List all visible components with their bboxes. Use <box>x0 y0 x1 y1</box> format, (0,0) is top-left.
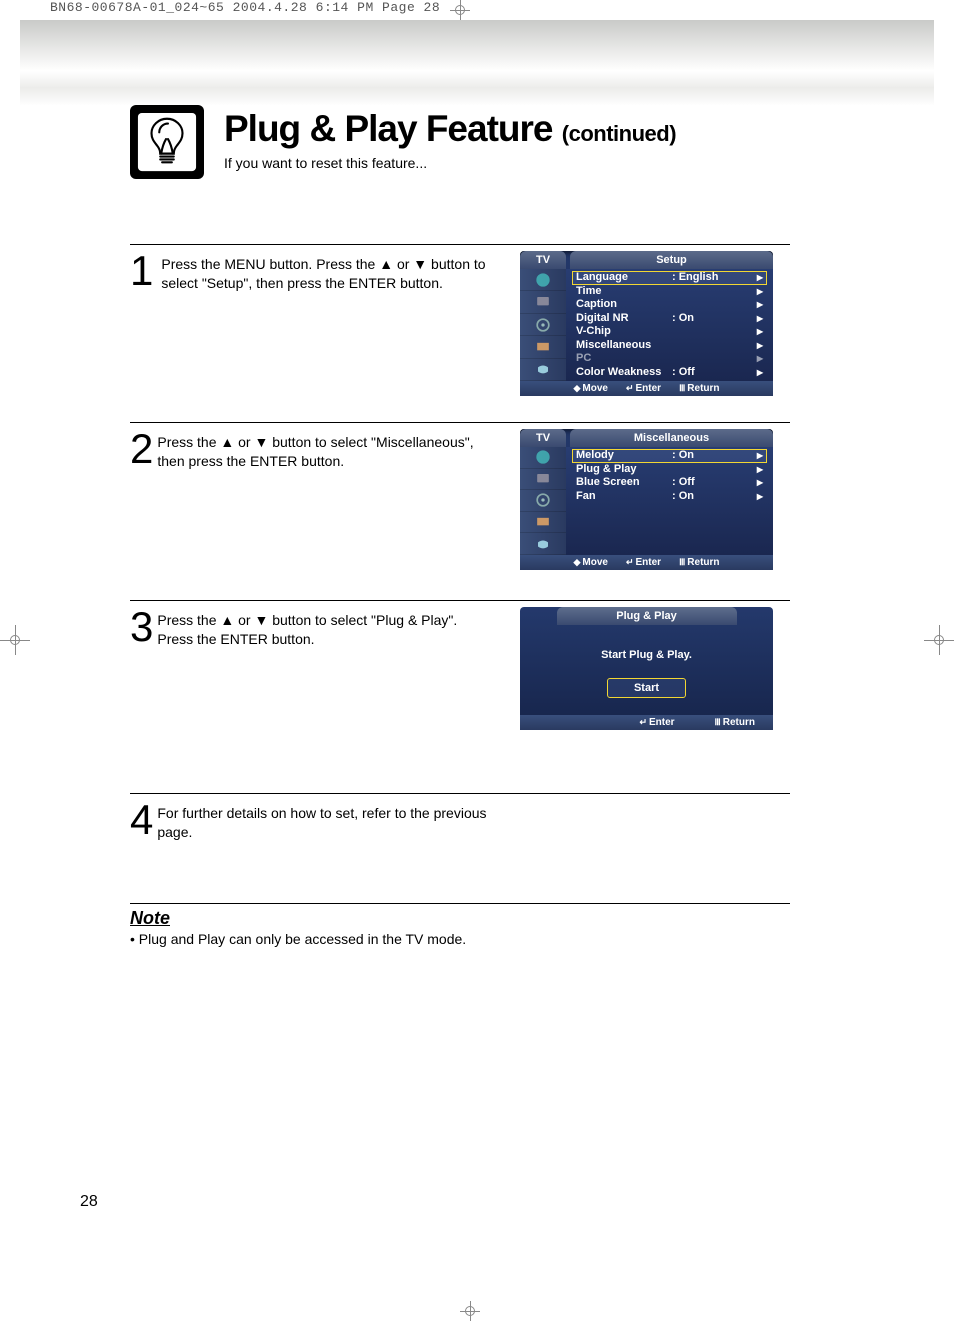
chevron-right-icon: ▶ <box>757 325 763 339</box>
note-bullet: • Plug and Play can only be accessed in … <box>130 931 790 947</box>
page-subtitle: If you want to reset this feature... <box>224 155 676 171</box>
chevron-right-icon: ▶ <box>757 339 763 353</box>
osd-footer-return: ⅢReturn <box>715 715 755 730</box>
chevron-right-icon: ▶ <box>757 366 763 380</box>
osd-tab-title: Setup <box>570 251 773 269</box>
step-text: Press the ▲ or ▼ button to select "Misce… <box>157 431 490 592</box>
osd-screenshot-misc: TV Miscellaneous Melody: On▶Plug & Play▶… <box>520 429 773 570</box>
chevron-right-icon: ▶ <box>757 449 763 463</box>
chevron-right-icon: ▶ <box>757 271 763 285</box>
osd-menu-value: : Off <box>672 366 722 380</box>
chevron-right-icon: ▶ <box>757 463 763 477</box>
osd-tab-tv: TV <box>520 429 566 447</box>
osd-menu-label: Miscellaneous <box>576 339 672 353</box>
osd-menu-item: Color Weakness: Off ▶ <box>572 366 767 380</box>
osd-footer-enter: ↵Enter <box>626 381 661 396</box>
step-number: 4 <box>130 802 153 845</box>
osd-menu-label: Language <box>576 271 672 285</box>
osd-menu-label: PC <box>576 352 672 366</box>
osd-footer-enter: ↵Enter <box>626 555 661 570</box>
osd-menu-label: Color Weakness <box>576 366 672 380</box>
crop-mark-right <box>924 625 954 655</box>
osd-menu-item: Blue Screen: Off ▶ <box>572 476 767 490</box>
osd-screenshot-dialog: Plug & Play Start Plug & Play. Start ↵En… <box>520 607 773 730</box>
crop-mark-header: BN68-00678A-01_024~65 2004.4.28 6:14 PM … <box>50 0 440 15</box>
osd-screenshot-setup: TV Setup Language: English ▶ Time ▶ Caption ▶… <box>520 251 773 396</box>
osd-footer: ↵Enter ⅢReturn <box>520 715 773 730</box>
note-heading: Note <box>130 908 790 929</box>
osd-dialog-title: Plug & Play <box>557 607 737 625</box>
chevron-right-icon: ▶ <box>757 352 763 366</box>
osd-footer-move: ◆Move <box>573 555 607 570</box>
osd-start-button: Start <box>608 679 685 697</box>
osd-tab-title: Miscellaneous <box>570 429 773 447</box>
title-main: Plug & Play Feature <box>224 108 553 149</box>
osd-footer: ◆Move ↵Enter ⅢReturn <box>520 381 773 396</box>
osd-menu-label: Blue Screen <box>576 476 672 490</box>
osd-menu-item: V-Chip ▶ <box>572 325 767 339</box>
osd-menu-item: Fan: On ▶ <box>572 490 767 504</box>
crop-mark-left <box>0 625 30 655</box>
osd-menu-label: Time <box>576 285 672 299</box>
chevron-right-icon: ▶ <box>757 490 763 504</box>
osd-menu-label: Melody <box>576 449 672 463</box>
osd-dialog-message: Start Plug & Play. <box>520 649 773 661</box>
osd-menu-item: Caption ▶ <box>572 298 767 312</box>
title-continued: (continued) <box>562 121 676 146</box>
osd-menu-item: Melody: On ▶ <box>572 449 767 463</box>
osd-footer-return: ⅢReturn <box>679 555 719 570</box>
chevron-right-icon: ▶ <box>757 298 763 312</box>
crop-mark-bottom <box>450 1301 490 1321</box>
step-text: Press the MENU button. Press the ▲ or ▼ … <box>161 253 490 414</box>
page-number: 28 <box>80 1193 98 1211</box>
crop-mark-top <box>440 0 480 20</box>
osd-menu-item: Plug & Play ▶ <box>572 463 767 477</box>
step-number: 1 <box>130 253 153 414</box>
osd-menu-label: Caption <box>576 298 672 312</box>
osd-menu-value: : On <box>672 312 722 326</box>
osd-menu-item: Language: English ▶ <box>572 271 767 285</box>
osd-menu-value: : On <box>672 490 722 504</box>
osd-menu-label: V-Chip <box>576 325 672 339</box>
osd-menu-item: PC ▶ <box>572 352 767 366</box>
header-gradient <box>20 20 934 105</box>
chevron-right-icon: ▶ <box>757 285 763 299</box>
osd-sidebar <box>520 447 566 555</box>
step-number: 2 <box>130 431 153 592</box>
osd-footer-move: ◆Move <box>573 381 607 396</box>
chevron-right-icon: ▶ <box>757 476 763 490</box>
osd-menu-value: : Off <box>672 476 722 490</box>
osd-menu-item: Digital NR: On ▶ <box>572 312 767 326</box>
osd-footer-enter: ↵Enter <box>639 715 674 730</box>
lightbulb-icon <box>130 105 204 179</box>
chevron-right-icon: ▶ <box>757 312 763 326</box>
osd-tab-tv: TV <box>520 251 566 269</box>
osd-footer: ◆Move ↵Enter ⅢReturn <box>520 555 773 570</box>
osd-menu-label: Digital NR <box>576 312 672 326</box>
osd-menu-item: Miscellaneous ▶ <box>572 339 767 353</box>
step-number: 3 <box>130 609 153 785</box>
step-text: For further details on how to set, refer… <box>157 802 490 845</box>
page-title: Plug & Play Feature (continued) <box>224 110 676 147</box>
osd-menu-value: : English <box>672 271 722 285</box>
step-text: Press the ▲ or ▼ button to select "Plug … <box>157 609 490 785</box>
osd-sidebar <box>520 269 566 381</box>
osd-menu-label: Plug & Play <box>576 463 672 477</box>
osd-menu-item: Time ▶ <box>572 285 767 299</box>
osd-menu-value: : On <box>672 449 722 463</box>
osd-menu-label: Fan <box>576 490 672 504</box>
osd-footer-return: ⅢReturn <box>679 381 719 396</box>
